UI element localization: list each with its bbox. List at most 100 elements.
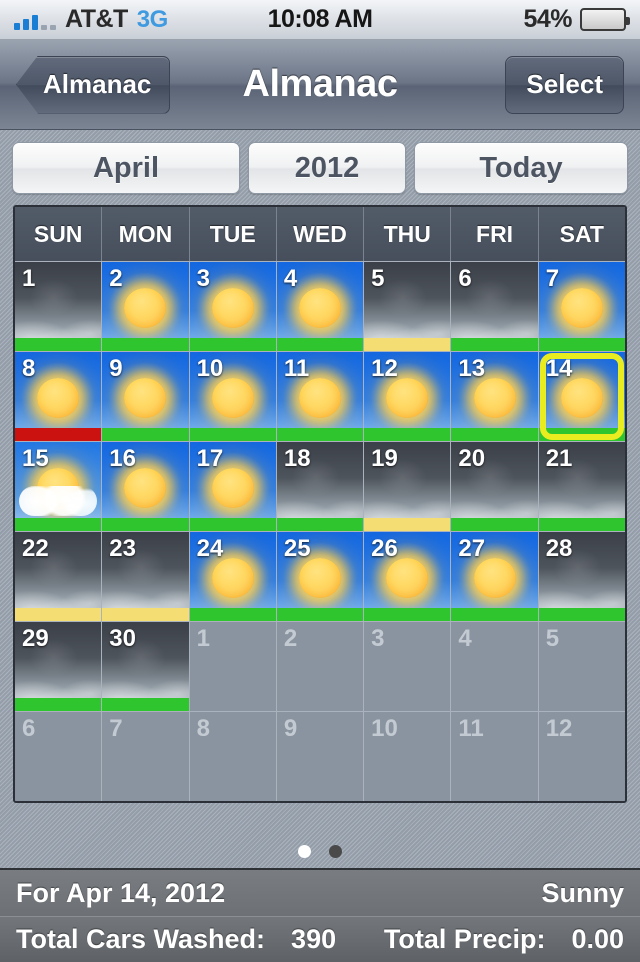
calendar-day-cell[interactable]: 11 <box>276 351 365 441</box>
day-number: 29 <box>22 625 49 652</box>
calendar-day-cell[interactable]: 6 <box>451 261 539 351</box>
calendar-day-cell[interactable]: 10 <box>364 711 452 801</box>
day-number: 1 <box>22 265 36 292</box>
day-status-bar-green <box>15 698 102 711</box>
sun-icon <box>473 378 516 419</box>
calendar-day-cell[interactable]: 8 <box>15 351 103 441</box>
calendar-day-cell[interactable]: 7 <box>538 261 625 351</box>
calendar-day-cell[interactable]: 28 <box>538 531 625 621</box>
calendar-day-cell[interactable]: 4 <box>276 261 365 351</box>
calendar-day-cell[interactable]: 19 <box>364 441 452 531</box>
detail-date-row: For Apr 14, 2012 Sunny <box>0 870 640 916</box>
calendar-day-cell[interactable]: 13 <box>451 351 539 441</box>
sun-icon <box>211 558 254 599</box>
day-number: 6 <box>458 265 472 292</box>
calendar-day-cell[interactable]: 25 <box>276 531 365 621</box>
calendar-day-cell[interactable]: 1 <box>15 261 103 351</box>
calendar-day-cell[interactable]: 5 <box>538 621 625 711</box>
day-number: 25 <box>283 535 311 562</box>
sun-icon <box>386 378 429 419</box>
calendar-week-row: 22 23 24 25 26 27 28 <box>15 531 625 621</box>
calendar-day-cell[interactable]: 17 <box>189 441 277 531</box>
sun-icon <box>298 378 341 419</box>
sun-icon <box>211 468 254 509</box>
day-number: 11 <box>458 715 484 742</box>
calendar-day-cell[interactable]: 2 <box>276 621 365 711</box>
calendar-day-cell[interactable]: 9 <box>102 351 190 441</box>
back-button[interactable]: Almanac <box>16 55 171 114</box>
calendar-day-cell[interactable]: 5 <box>364 261 452 351</box>
select-button-label: Select <box>526 69 603 99</box>
day-status-bar-green <box>276 608 364 621</box>
select-button[interactable]: Select <box>505 55 624 114</box>
calendar-day-cell[interactable]: 8 <box>189 711 277 801</box>
sun-icon <box>560 288 603 329</box>
calendar-day-cell[interactable]: 9 <box>276 711 365 801</box>
day-status-bar-green <box>189 338 276 351</box>
calendar-day-cell[interactable]: 22 <box>15 531 103 621</box>
calendar-day-cell[interactable]: 27 <box>451 531 539 621</box>
day-number: 3 <box>196 265 210 292</box>
day-number: 7 <box>109 715 123 742</box>
calendar-day-cell[interactable]: 29 <box>15 621 103 711</box>
calendar-day-cell[interactable]: 7 <box>102 711 190 801</box>
detail-stats-row: Total Cars Washed: 390 Total Precip: 0.0… <box>0 916 640 962</box>
calendar-day-cell[interactable]: 24 <box>189 531 277 621</box>
day-number: 12 <box>371 355 398 382</box>
month-button[interactable]: April <box>12 142 240 194</box>
page-indicator[interactable] <box>0 845 640 858</box>
calendar-day-cell[interactable]: 23 <box>102 531 190 621</box>
calendar-day-cell[interactable]: 2 <box>102 261 190 351</box>
clock-label: 10:08 AM <box>267 5 373 33</box>
calendar-day-cell[interactable]: 12 <box>364 351 452 441</box>
detail-info-bar: For Apr 14, 2012 Sunny Total Cars Washed… <box>0 868 640 962</box>
day-status-bar-green <box>15 518 102 531</box>
weekday-header-tue: TUE <box>190 207 277 261</box>
calendar-day-cell[interactable]: 26 <box>364 531 452 621</box>
day-number: 15 <box>22 445 49 472</box>
calendar-day-cell[interactable]: 1 <box>189 621 277 711</box>
calendar-day-cell[interactable]: 6 <box>15 711 103 801</box>
sun-icon <box>211 288 254 329</box>
day-status-bar-green <box>189 428 276 441</box>
day-number: 27 <box>458 535 486 562</box>
day-status-bar-green <box>364 428 451 441</box>
day-status-bar-green <box>15 338 102 351</box>
calendar-day-cell[interactable]: 3 <box>189 261 277 351</box>
day-number: 1 <box>196 625 210 652</box>
calendar-day-cell[interactable]: 12 <box>538 711 625 801</box>
calendar-body: 1 2 3 4 5 6 7 8 9 10 11 12 13 14 15 16 17 18 19 20 21 22 23 24 2… <box>15 261 625 801</box>
day-status-bar-green <box>276 518 364 531</box>
calendar-day-cell-selected[interactable]: 14 <box>538 351 625 441</box>
day-number: 8 <box>196 715 210 742</box>
calendar-week-row: 15 16 17 18 19 20 21 <box>15 441 625 531</box>
calendar-day-cell[interactable]: 18 <box>276 441 365 531</box>
day-number: 23 <box>109 535 136 562</box>
weekday-header-wed: WED <box>277 207 365 261</box>
day-number: 24 <box>196 535 224 562</box>
calendar-day-cell[interactable]: 10 <box>189 351 277 441</box>
calendar-day-cell[interactable]: 11 <box>451 711 539 801</box>
calendar-grid: SUN MON TUE WED THU FRI SAT 1 2 3 4 5 6 7 8 9 10 11 12 13 1… <box>13 205 627 803</box>
calendar-day-cell[interactable]: 16 <box>102 441 190 531</box>
day-number: 22 <box>22 535 49 562</box>
day-number: 11 <box>283 355 310 382</box>
calendar-weekday-header: SUN MON TUE WED THU FRI SAT <box>15 207 625 261</box>
day-number: 26 <box>371 535 398 562</box>
today-button[interactable]: Today <box>414 142 628 194</box>
day-number: 21 <box>545 445 573 472</box>
day-status-bar-red <box>15 428 102 441</box>
calendar-day-cell[interactable]: 21 <box>538 441 625 531</box>
weekday-header-fri: FRI <box>451 207 539 261</box>
calendar-day-cell[interactable]: 3 <box>364 621 452 711</box>
page-dot[interactable] <box>329 845 342 858</box>
calendar-week-row: 6 7 8 9 10 11 12 <box>15 711 625 801</box>
calendar-day-cell[interactable]: 20 <box>451 441 539 531</box>
year-button[interactable]: 2012 <box>248 142 406 194</box>
calendar-day-cell[interactable]: 4 <box>451 621 539 711</box>
day-status-bar-green <box>276 338 364 351</box>
calendar-day-cell[interactable]: 15 <box>15 441 103 531</box>
navigation-bar: Almanac Almanac Select <box>0 40 640 130</box>
page-dot[interactable] <box>298 845 311 858</box>
calendar-day-cell[interactable]: 30 <box>102 621 190 711</box>
